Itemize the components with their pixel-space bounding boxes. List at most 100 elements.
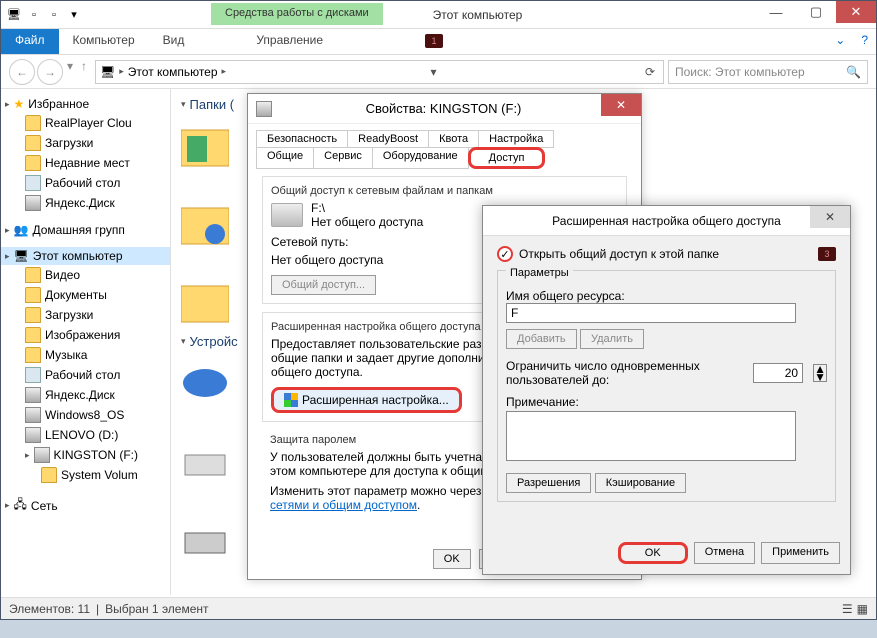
ribbon-tabs: Файл Компьютер Вид Управление 1 ⌄ ? bbox=[1, 29, 876, 55]
tab-computer[interactable]: Компьютер bbox=[59, 29, 149, 54]
group-label: Общий доступ к сетевым файлам и папкам bbox=[271, 185, 618, 197]
collapse-icon[interactable]: ▾ bbox=[181, 99, 186, 110]
advanced-settings-button[interactable]: Расширенная настройка... bbox=[271, 387, 462, 413]
nav-item[interactable]: LENOVO (D:) bbox=[1, 425, 170, 445]
tab-general[interactable]: Общие bbox=[256, 147, 314, 169]
address-bar[interactable]: 🖥 ▸ Этот компьютер ▸ ▾ ⟳ bbox=[95, 60, 664, 84]
forward-button[interactable]: → bbox=[37, 59, 63, 85]
add-button[interactable]: Добавить bbox=[506, 329, 577, 349]
nav-network[interactable]: ▸🖧Сеть bbox=[1, 493, 170, 518]
tab-sharing[interactable]: Доступ bbox=[468, 147, 546, 169]
nav-row: ← → ▾ ↑ 🖥 ▸ Этот компьютер ▸ ▾ ⟳ Поиск: … bbox=[1, 55, 876, 89]
help-icon[interactable]: ? bbox=[853, 29, 876, 54]
refresh-icon[interactable]: ⟳ bbox=[641, 65, 659, 79]
search-input[interactable]: Поиск: Этот компьютер 🔍 bbox=[668, 60, 868, 84]
close-button[interactable]: ✕ bbox=[601, 94, 641, 116]
caching-button[interactable]: Кэширование bbox=[595, 473, 686, 493]
window-title: Этот компьютер bbox=[83, 8, 872, 22]
nav-item[interactable]: Рабочий стол bbox=[1, 365, 170, 385]
nav-item[interactable]: RealPlayer Clou bbox=[1, 113, 170, 133]
tab-service[interactable]: Сервис bbox=[313, 147, 373, 169]
close-button[interactable]: ✕ bbox=[836, 1, 876, 23]
location-icon: 🖥 bbox=[100, 65, 115, 79]
params-fieldset: Параметры Имя общего ресурса: Добавить У… bbox=[497, 270, 836, 502]
drive-icon bbox=[271, 203, 303, 227]
dropdown-icon[interactable]: ▾ bbox=[426, 65, 440, 79]
folder-icon[interactable] bbox=[181, 200, 229, 248]
status-count: Элементов: 11 bbox=[9, 602, 90, 616]
tab-security[interactable]: Безопасность bbox=[256, 130, 348, 148]
nav-item[interactable]: ▸KINGSTON (F:) bbox=[1, 445, 170, 465]
maximize-button[interactable]: ▢ bbox=[796, 1, 836, 23]
tab-manage[interactable]: Управление bbox=[242, 29, 337, 54]
ok-button[interactable]: OK bbox=[433, 549, 471, 569]
nav-item[interactable]: System Volum bbox=[1, 465, 170, 485]
sharename-input[interactable] bbox=[506, 303, 796, 323]
advanced-title: Расширенная настройка общего доступа bbox=[493, 214, 840, 228]
properties-titlebar: Свойства: KINGSTON (F:) 2 bbox=[248, 94, 641, 124]
folder-icon[interactable] bbox=[181, 278, 229, 326]
history-dropdown-icon[interactable]: ▾ bbox=[65, 59, 75, 85]
nav-thispc[interactable]: ▸🖥Этот компьютер bbox=[1, 247, 170, 265]
tab-file[interactable]: Файл bbox=[1, 29, 59, 54]
tab-view[interactable]: Вид bbox=[149, 29, 199, 54]
nav-item[interactable]: Windows8_OS bbox=[1, 405, 170, 425]
folder-icon[interactable] bbox=[181, 122, 229, 170]
apply-button[interactable]: Применить bbox=[761, 542, 840, 564]
ok-button[interactable]: OK bbox=[618, 542, 688, 564]
breadcrumb-sep-icon[interactable]: ▸ bbox=[222, 66, 227, 77]
app-icon: 🖥 bbox=[5, 6, 23, 24]
tab-readyboost[interactable]: ReadyBoost bbox=[347, 130, 429, 148]
tabstrip: Безопасность ReadyBoost Квота Настройка … bbox=[248, 124, 641, 168]
view-icons-icon[interactable]: ▦ bbox=[857, 602, 868, 616]
nav-item[interactable]: Загрузки bbox=[1, 133, 170, 153]
nav-item[interactable]: Загрузки bbox=[1, 305, 170, 325]
tab-quota[interactable]: Квота bbox=[428, 130, 479, 148]
back-button[interactable]: ← bbox=[9, 59, 35, 85]
drive-icon[interactable] bbox=[181, 437, 229, 485]
share-folder-checkbox[interactable] bbox=[497, 246, 513, 262]
advanced-titlebar: Расширенная настройка общего доступа bbox=[483, 206, 850, 236]
limit-input[interactable] bbox=[753, 363, 803, 383]
share-button[interactable]: Общий доступ... bbox=[271, 275, 376, 295]
drive-icon[interactable] bbox=[181, 359, 229, 407]
nav-homegroup[interactable]: ▸👥Домашняя групп bbox=[1, 221, 170, 239]
nav-favorites[interactable]: ▸★Избранное bbox=[1, 95, 170, 113]
nav-item[interactable]: Изображения bbox=[1, 325, 170, 345]
qat-dropdown-icon[interactable]: ▾ bbox=[65, 6, 83, 24]
statusbar: Элементов: 11 | Выбран 1 элемент ☰ ▦ bbox=[1, 597, 876, 619]
tab-hardware[interactable]: Оборудование bbox=[372, 147, 469, 169]
nav-item[interactable]: Видео bbox=[1, 265, 170, 285]
view-details-icon[interactable]: ☰ bbox=[842, 602, 853, 616]
remove-button[interactable]: Удалить bbox=[580, 329, 644, 349]
collapse-icon[interactable]: ▾ bbox=[181, 336, 186, 347]
shield-icon bbox=[284, 393, 298, 407]
drive-icon[interactable] bbox=[181, 515, 229, 563]
up-button[interactable]: ↑ bbox=[77, 59, 91, 85]
titlebar: 🖥 ▫ ▫ ▾ Средства работы с дисками Этот к… bbox=[1, 1, 876, 29]
breadcrumb-thispc[interactable]: Этот компьютер bbox=[128, 65, 218, 79]
search-placeholder: Поиск: Этот компьютер bbox=[675, 65, 805, 79]
note-textarea[interactable] bbox=[506, 411, 796, 461]
drive-path: F:\ bbox=[311, 201, 423, 215]
nav-item[interactable]: Недавние мест bbox=[1, 153, 170, 173]
minimize-button[interactable]: — bbox=[756, 1, 796, 23]
cancel-button[interactable]: Отмена bbox=[694, 542, 755, 564]
nav-item[interactable]: Яндекс.Диск bbox=[1, 385, 170, 405]
callout-1: 1 bbox=[425, 34, 443, 48]
permissions-button[interactable]: Разрешения bbox=[506, 473, 591, 493]
ribbon-expand-icon[interactable]: ⌄ bbox=[827, 29, 853, 54]
sharename-label: Имя общего ресурса: bbox=[506, 289, 827, 303]
tab-customize[interactable]: Настройка bbox=[478, 130, 554, 148]
spin-down-icon[interactable]: ▼ bbox=[814, 373, 826, 381]
advanced-sharing-dialog: Расширенная настройка общего доступа ✕ О… bbox=[482, 205, 851, 575]
nav-item[interactable]: Рабочий стол bbox=[1, 173, 170, 193]
ribbon-context-tab[interactable]: Средства работы с дисками bbox=[211, 3, 383, 25]
qat-newfolder-icon[interactable]: ▫ bbox=[45, 6, 63, 24]
nav-item[interactable]: Музыка bbox=[1, 345, 170, 365]
breadcrumb-sep-icon[interactable]: ▸ bbox=[119, 66, 124, 77]
nav-item[interactable]: Яндекс.Диск bbox=[1, 193, 170, 213]
close-button[interactable]: ✕ bbox=[810, 206, 850, 228]
nav-item[interactable]: Документы bbox=[1, 285, 170, 305]
qat-props-icon[interactable]: ▫ bbox=[25, 6, 43, 24]
